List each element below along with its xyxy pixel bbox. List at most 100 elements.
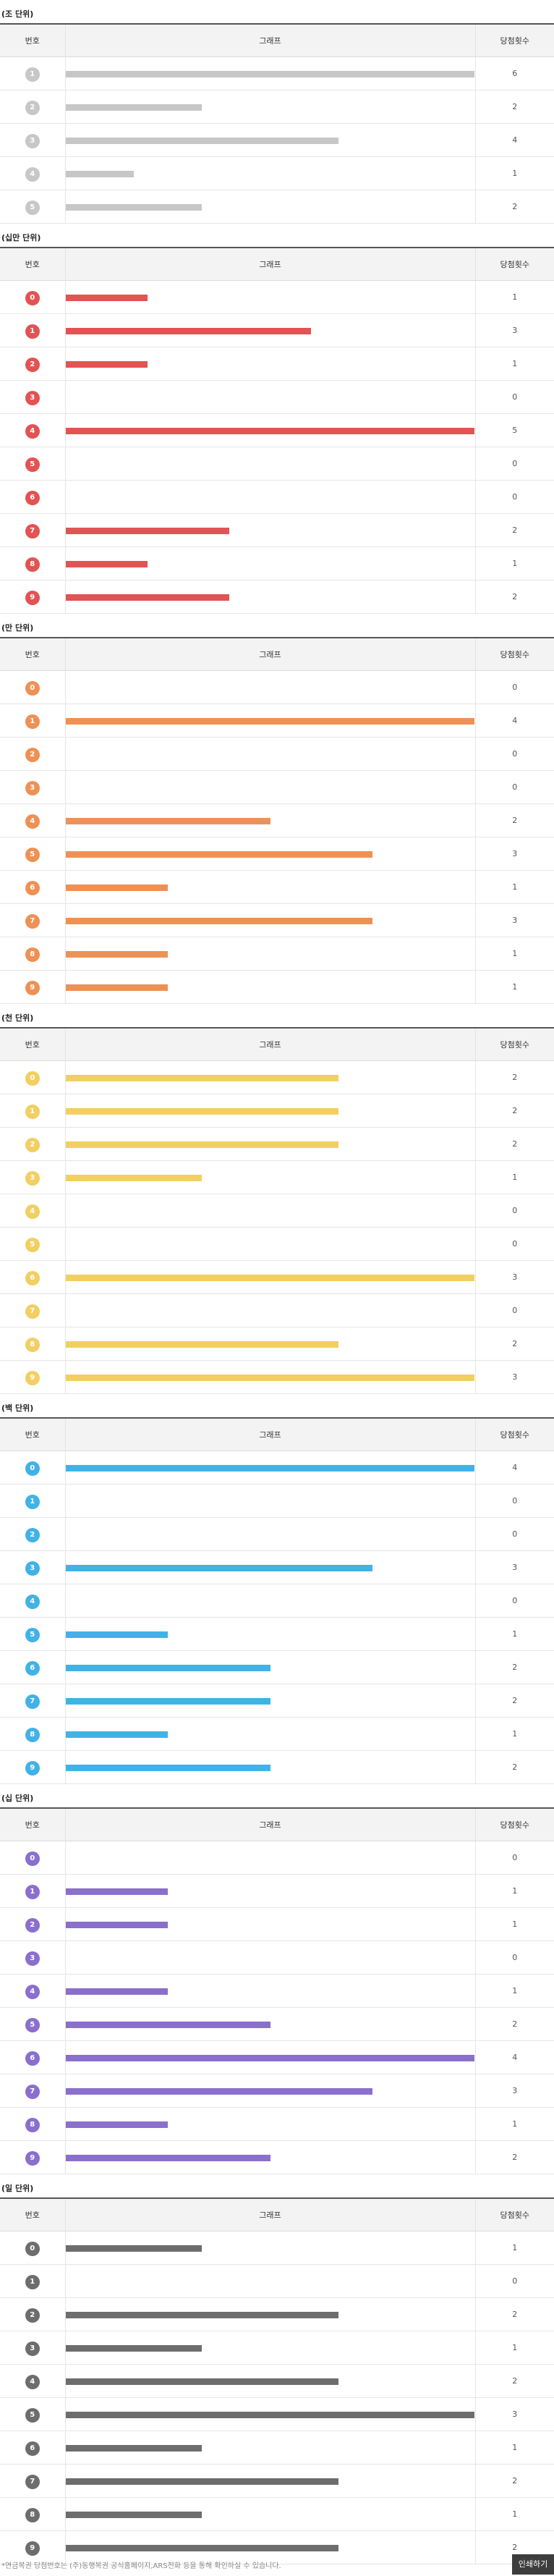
number-ball: 4 bbox=[25, 167, 40, 182]
table-row: 10 bbox=[0, 2264, 554, 2298]
number-ball: 3 bbox=[25, 2341, 40, 2356]
table-row: 81 bbox=[0, 1717, 554, 1751]
number-cell: 6 bbox=[0, 2431, 65, 2465]
table-row: 72 bbox=[0, 2464, 554, 2498]
table-row: 51 bbox=[0, 1617, 554, 1651]
number-ball: 5 bbox=[25, 2018, 40, 2032]
number-ball: 6 bbox=[25, 1661, 40, 1676]
frequency-bar bbox=[65, 2054, 474, 2061]
number-cell: 6 bbox=[0, 870, 65, 904]
number-cell: 1 bbox=[0, 1094, 65, 1128]
table-row: 01 bbox=[0, 280, 554, 314]
table-row: 21 bbox=[0, 1907, 554, 1941]
win-count: 1 bbox=[474, 970, 554, 1004]
frequency-bar bbox=[65, 2245, 202, 2252]
table-row: 40 bbox=[0, 1194, 554, 1228]
number-ball: 4 bbox=[25, 1204, 40, 1219]
graph-cell bbox=[64, 2107, 475, 2141]
header-graph: 그래프 bbox=[64, 2198, 475, 2231]
number-ball: 4 bbox=[25, 2375, 40, 2389]
frequency-bar bbox=[65, 170, 134, 177]
number-ball: 1 bbox=[25, 67, 40, 82]
header-row: 번호 그래프 당첨횟수 bbox=[0, 1808, 554, 1841]
header-num: 번호 bbox=[0, 24, 65, 57]
frequency-bar bbox=[65, 1464, 474, 1471]
graph-cell bbox=[64, 903, 475, 937]
graph-cell bbox=[64, 2007, 475, 2041]
table-row: 31 bbox=[0, 1160, 554, 1194]
frequency-bar bbox=[65, 2444, 202, 2452]
number-cell: 0 bbox=[0, 2231, 65, 2265]
table-row: 42 bbox=[0, 2364, 554, 2398]
header-num: 번호 bbox=[0, 1808, 65, 1841]
number-ball: 3 bbox=[25, 1951, 40, 1966]
graph-cell bbox=[64, 1127, 475, 1161]
number-cell: 6 bbox=[0, 1650, 65, 1684]
frequency-bar bbox=[65, 560, 148, 567]
table-row: 50 bbox=[0, 447, 554, 481]
number-cell: 4 bbox=[0, 803, 65, 837]
digit-section: (천 단위) 번호 그래프 당첨횟수 0 2 1 2 2 2 3 1 4 0 5 0 6 3 7 0 8 2 9 3 bbox=[0, 1010, 554, 1394]
number-ball: 0 bbox=[25, 1851, 40, 1866]
frequency-bar bbox=[65, 1731, 168, 1738]
table-row: 92 bbox=[0, 580, 554, 614]
win-count: 3 bbox=[474, 313, 554, 347]
number-ball: 9 bbox=[25, 591, 40, 605]
header-row: 번호 그래프 당첨횟수 bbox=[0, 1418, 554, 1451]
number-ball: 3 bbox=[25, 391, 40, 405]
graph-cell bbox=[64, 670, 475, 704]
number-ball: 2 bbox=[25, 1918, 40, 1933]
table-row: 92 bbox=[0, 1750, 554, 1784]
win-count: 1 bbox=[474, 870, 554, 904]
number-ball: 7 bbox=[25, 2085, 40, 2099]
graph-cell bbox=[64, 1194, 475, 1228]
number-ball: 5 bbox=[25, 1238, 40, 1252]
win-count: 1 bbox=[474, 1974, 554, 2008]
table-row: 34 bbox=[0, 123, 554, 157]
frequency-bar bbox=[65, 1074, 338, 1081]
graph-cell bbox=[64, 704, 475, 738]
frequency-bar bbox=[65, 917, 372, 924]
header-count: 당첨횟수 bbox=[474, 638, 554, 671]
frequency-bar bbox=[65, 2154, 270, 2161]
win-count: 0 bbox=[474, 1517, 554, 1551]
number-ball: 8 bbox=[25, 557, 40, 572]
number-ball: 5 bbox=[25, 2408, 40, 2423]
frequency-bar bbox=[65, 817, 270, 824]
graph-cell bbox=[64, 2140, 475, 2174]
section-title: (천 단위) bbox=[1, 1013, 34, 1023]
win-count: 2 bbox=[474, 2007, 554, 2041]
header-graph: 그래프 bbox=[64, 1808, 475, 1841]
frequency-bar bbox=[65, 327, 311, 334]
win-count: 1 bbox=[474, 546, 554, 580]
header-row: 번호 그래프 당첨횟수 bbox=[0, 248, 554, 281]
graph-cell bbox=[64, 970, 475, 1004]
table-row: 11 bbox=[0, 1874, 554, 1908]
frequency-bar bbox=[65, 1274, 474, 1281]
table-row: 72 bbox=[0, 1684, 554, 1718]
number-cell: 5 bbox=[0, 2397, 65, 2431]
win-count: 3 bbox=[474, 2397, 554, 2431]
win-count: 0 bbox=[474, 770, 554, 804]
header-count: 당첨횟수 bbox=[474, 248, 554, 281]
graph-cell bbox=[64, 1327, 475, 1361]
number-ball: 5 bbox=[25, 1628, 40, 1642]
table-row: 91 bbox=[0, 970, 554, 1004]
frequency-bar bbox=[65, 950, 168, 958]
win-count: 1 bbox=[474, 2231, 554, 2265]
table-row: 70 bbox=[0, 1293, 554, 1327]
win-count: 2 bbox=[474, 90, 554, 124]
table-row: 60 bbox=[0, 480, 554, 514]
graph-cell bbox=[64, 190, 475, 224]
number-ball: 8 bbox=[25, 1728, 40, 1742]
table-row: 14 bbox=[0, 704, 554, 738]
print-button[interactable]: 인쇄하기 bbox=[512, 2554, 554, 2575]
table-row: 31 bbox=[0, 2331, 554, 2365]
number-cell: 7 bbox=[0, 2074, 65, 2108]
number-ball: 2 bbox=[25, 1528, 40, 1542]
number-ball: 6 bbox=[25, 2441, 40, 2456]
frequency-bar bbox=[65, 294, 148, 301]
graph-cell bbox=[64, 2074, 475, 2108]
table-row: 92 bbox=[0, 2140, 554, 2174]
graph-cell bbox=[64, 156, 475, 190]
